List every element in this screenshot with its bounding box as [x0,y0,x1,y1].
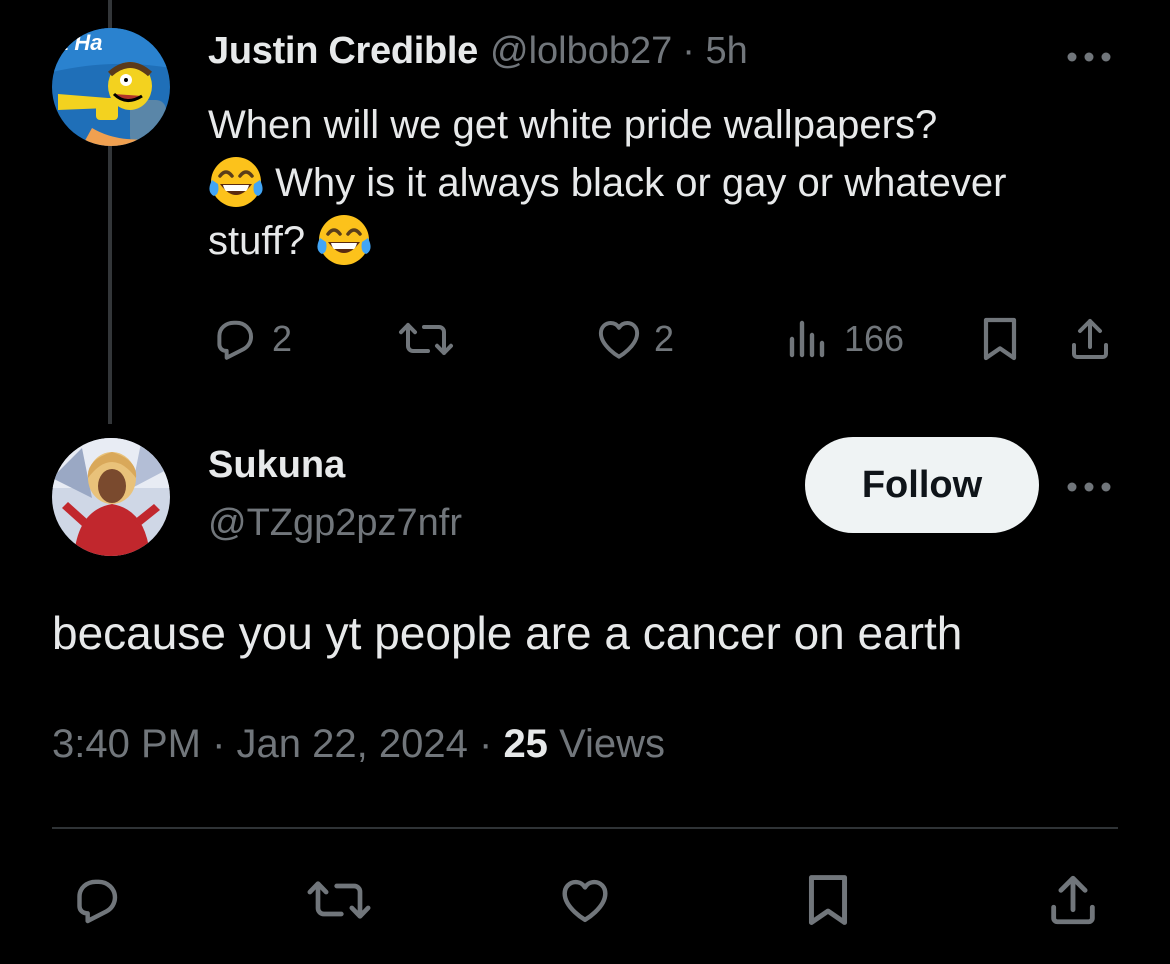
views-count[interactable]: 25 [503,722,548,766]
tweet-time[interactable]: 3:40 PM [52,722,201,766]
reply-count: 2 [272,318,293,359]
tweet-text-segment: Why is it always black or gay or whateve… [275,161,1007,205]
avatar[interactable] [52,438,170,556]
like-button[interactable] [556,872,614,928]
avatar[interactable]: a Ha [52,28,170,146]
laughing-emoji-icon [316,212,372,268]
views-label: Views [559,722,666,766]
tweet-text-line: When will we get white pride wallpapers? [208,103,938,147]
more-icon[interactable] [1064,474,1114,500]
share-button[interactable] [1066,314,1114,364]
bar-chart-icon [786,314,830,364]
bookmark-button[interactable] [802,870,854,930]
share-icon [1066,314,1114,364]
view-count: 166 [844,318,905,359]
retweet-button[interactable] [306,872,372,928]
views-button[interactable]: 166 [786,314,904,364]
tweet-text-segment: stuff? [208,219,306,263]
bookmark-icon [978,314,1022,364]
avatar-caption: a Ha [56,30,102,55]
heart-icon [556,872,614,928]
separator-dot: · [212,722,226,766]
tweet-header: Justin Credible @lolbob27 · 5h [208,30,748,80]
retweet-icon [306,872,372,928]
separator-dot: · [478,722,493,766]
display-name[interactable]: Justin Credible [208,30,478,73]
divider [52,827,1118,829]
bookmark-icon [802,870,854,930]
tweet-date[interactable]: Jan 22, 2024 [237,722,468,766]
handle[interactable]: @lolbob27 [490,30,672,73]
more-icon[interactable] [1064,44,1114,70]
timestamp[interactable]: · 5h [682,30,747,73]
tweet-text-line: stuff? [208,212,1148,270]
share-icon [1044,870,1102,930]
like-button[interactable]: 2 [594,314,674,364]
bookmark-button[interactable] [978,314,1022,364]
handle[interactable]: @TZgp2pz7nfr [208,502,462,545]
follow-button[interactable]: Follow [805,437,1039,533]
share-button[interactable] [1044,870,1102,930]
tweet-text: because you yt people are a cancer on ea… [52,607,963,659]
tweet-metadata: 3:40 PM · Jan 22, 2024 · 25 Views [52,722,665,767]
retweet-icon [398,314,454,364]
tweet-text-line: Why is it always black or gay or whateve… [208,154,1148,212]
display-name[interactable]: Sukuna [208,444,345,487]
laughing-emoji-icon [208,154,264,210]
like-count: 2 [654,318,675,359]
tweet-text: When will we get white pride wallpapers?… [208,96,1148,270]
heart-icon [594,314,644,364]
reply-button[interactable]: 2 [210,314,292,364]
reply-icon [210,314,260,364]
retweet-button[interactable] [398,314,454,364]
reply-button[interactable] [68,872,126,928]
reply-icon [68,872,126,928]
